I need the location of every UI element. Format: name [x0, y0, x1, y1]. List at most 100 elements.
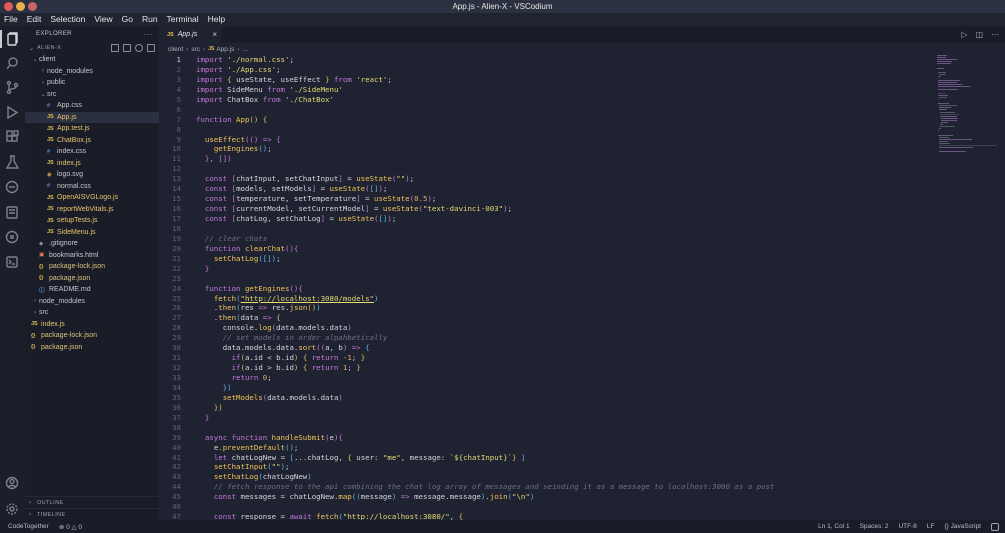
- encoding-status[interactable]: UTF-8: [898, 523, 916, 530]
- line-number: 20: [172, 243, 181, 253]
- menu-item-edit[interactable]: Edit: [23, 13, 47, 26]
- cursor-position-status[interactable]: Ln 1, Col 1: [818, 523, 849, 530]
- minimap[interactable]: [937, 55, 999, 195]
- breadcrumb-item[interactable]: client: [168, 46, 183, 53]
- code-token: function: [204, 243, 245, 253]
- tree-item-label: node_modules: [39, 297, 85, 305]
- new-file-icon[interactable]: [111, 44, 119, 52]
- code-token: "me": [382, 452, 401, 462]
- file-index-js[interactable]: JS index.js: [25, 158, 159, 170]
- file-package-lock-json[interactable]: {} package-lock.json: [25, 330, 159, 342]
- close-tab-icon[interactable]: ×: [212, 30, 217, 39]
- tab-app-js[interactable]: JS App.js ×: [159, 26, 221, 43]
- code-token: temperature, setTemperature: [236, 194, 357, 204]
- eol-status[interactable]: LF: [927, 523, 935, 530]
- code-text: fetch("http://localhost:3080/models"): [196, 293, 379, 304]
- settings-icon[interactable]: [4, 501, 20, 517]
- menu-item-selection[interactable]: Selection: [46, 13, 90, 26]
- search-icon[interactable]: [4, 55, 20, 71]
- folder-client[interactable]: ⌄ client: [25, 54, 159, 66]
- menu-item-run[interactable]: Run: [138, 13, 163, 26]
- run-file-icon[interactable]: ▷: [961, 30, 967, 39]
- menu-item-terminal[interactable]: Terminal: [163, 13, 204, 26]
- folder-src[interactable]: › src: [25, 307, 159, 319]
- workspace-root[interactable]: ⌄ ALIEN-X: [25, 42, 159, 54]
- code-token: if: [231, 363, 241, 373]
- more-actions-icon[interactable]: ···: [144, 30, 153, 39]
- language-mode-status[interactable]: {} JavaScript: [945, 523, 982, 530]
- timeline-section[interactable]: › TIMELINE: [25, 508, 159, 520]
- editor-scrollbar[interactable]: [999, 55, 1005, 520]
- menu-item-view[interactable]: View: [90, 13, 117, 26]
- code-token: fetch: [213, 293, 237, 303]
- file-app-js[interactable]: JS App.js: [25, 111, 159, 123]
- extensions-icon[interactable]: [4, 129, 20, 145]
- terminal-icon[interactable]: [4, 254, 20, 270]
- account-icon[interactable]: [4, 475, 20, 491]
- code-line: 43 setChatLog(chatLogNew): [159, 472, 939, 482]
- collapse-all-icon[interactable]: [147, 44, 155, 52]
- docker-icon[interactable]: [4, 204, 20, 220]
- remote-icon[interactable]: [4, 179, 20, 195]
- file-chatbox-js[interactable]: JS ChatBox.js: [25, 135, 159, 147]
- file-reportwebvitals-js[interactable]: JS reportWebVitals.js: [25, 204, 159, 216]
- problems-status[interactable]: ⊗ 0 △ 0: [59, 523, 82, 531]
- code-token: currentModel, setCurrentModel: [236, 204, 366, 214]
- outline-section[interactable]: › OUTLINE: [25, 496, 159, 508]
- menu-item-help[interactable]: Help: [204, 13, 230, 26]
- file-sidemenu-js[interactable]: JS SideMenu.js: [25, 227, 159, 239]
- refresh-icon[interactable]: [135, 44, 143, 52]
- file-package-lock-json[interactable]: {} package-lock.json: [25, 261, 159, 273]
- explorer-icon[interactable]: [4, 31, 20, 47]
- file-normal-css[interactable]: # normal.css: [25, 181, 159, 193]
- new-folder-icon[interactable]: [123, 44, 131, 52]
- file-package-json[interactable]: {} package.json: [25, 273, 159, 285]
- file-package-json[interactable]: {} package.json: [25, 342, 159, 354]
- code-text: }): [196, 383, 232, 393]
- file-app-css[interactable]: # App.css: [25, 100, 159, 112]
- more-actions-icon[interactable]: ⋯: [991, 30, 999, 39]
- code-text: // clear chats: [196, 234, 267, 244]
- line-number: 13: [172, 174, 181, 184]
- folder-node-modules[interactable]: › node_modules: [25, 296, 159, 308]
- code-line: 30 data.models.data.sort((a, b) => {: [159, 343, 939, 353]
- split-editor-icon[interactable]: ◫: [975, 30, 983, 39]
- file-index-css[interactable]: # index.css: [25, 146, 159, 158]
- breadcrumb-item[interactable]: App.js: [216, 46, 234, 53]
- breadcrumb-item[interactable]: src: [191, 46, 200, 53]
- folder-public[interactable]: › public: [25, 77, 159, 89]
- source-control-icon[interactable]: [4, 79, 20, 95]
- minimap-line: [938, 109, 948, 111]
- file-logo-svg[interactable]: ◉ logo.svg: [25, 169, 159, 181]
- code-line: 34 }): [159, 383, 939, 393]
- code-token: a.id > b.id: [244, 363, 294, 373]
- menu-item-file[interactable]: File: [0, 13, 23, 26]
- file-openaisvglogo-js[interactable]: JS OpenAISVGLogo.js: [25, 192, 159, 204]
- file-index-js[interactable]: JS index.js: [25, 319, 159, 331]
- code-editor[interactable]: 1 import './normal.css'; 2 import './App.cs…: [159, 55, 939, 521]
- run-debug-icon[interactable]: [4, 104, 20, 120]
- breadcrumb-item[interactable]: ...: [243, 46, 248, 53]
- code-token: messages = chatLogNew.: [240, 492, 339, 502]
- code-token: {: [298, 363, 312, 373]
- folder-node-modules[interactable]: › node_modules: [25, 66, 159, 78]
- file-readme-md[interactable]: ⓘ README.md: [25, 284, 159, 296]
- github-icon[interactable]: [4, 229, 20, 245]
- file-setuptests-js[interactable]: JS setupTests.js: [25, 215, 159, 227]
- code-token: }): [222, 382, 232, 392]
- file-bookmarks-html[interactable]: ▣ bookmarks.html: [25, 250, 159, 262]
- testing-icon[interactable]: [4, 154, 20, 170]
- line-number: 23: [172, 273, 181, 283]
- indentation-status[interactable]: Spaces: 2: [860, 523, 889, 530]
- file--gitignore[interactable]: ◆ .gitignore: [25, 238, 159, 250]
- notifications-bell-icon[interactable]: [991, 522, 999, 531]
- minimap-line: [938, 145, 998, 147]
- code-token: ): [316, 303, 321, 313]
- codetogether-status[interactable]: CodeTogether: [8, 523, 49, 531]
- code-token: SideMenu: [227, 84, 268, 94]
- code-token: .: [196, 313, 219, 323]
- code-token: (){: [289, 283, 303, 293]
- menu-item-go[interactable]: Go: [118, 13, 138, 26]
- folder-src[interactable]: ⌄ src: [25, 89, 159, 101]
- file-app-test-js[interactable]: JS App.test.js: [25, 123, 159, 135]
